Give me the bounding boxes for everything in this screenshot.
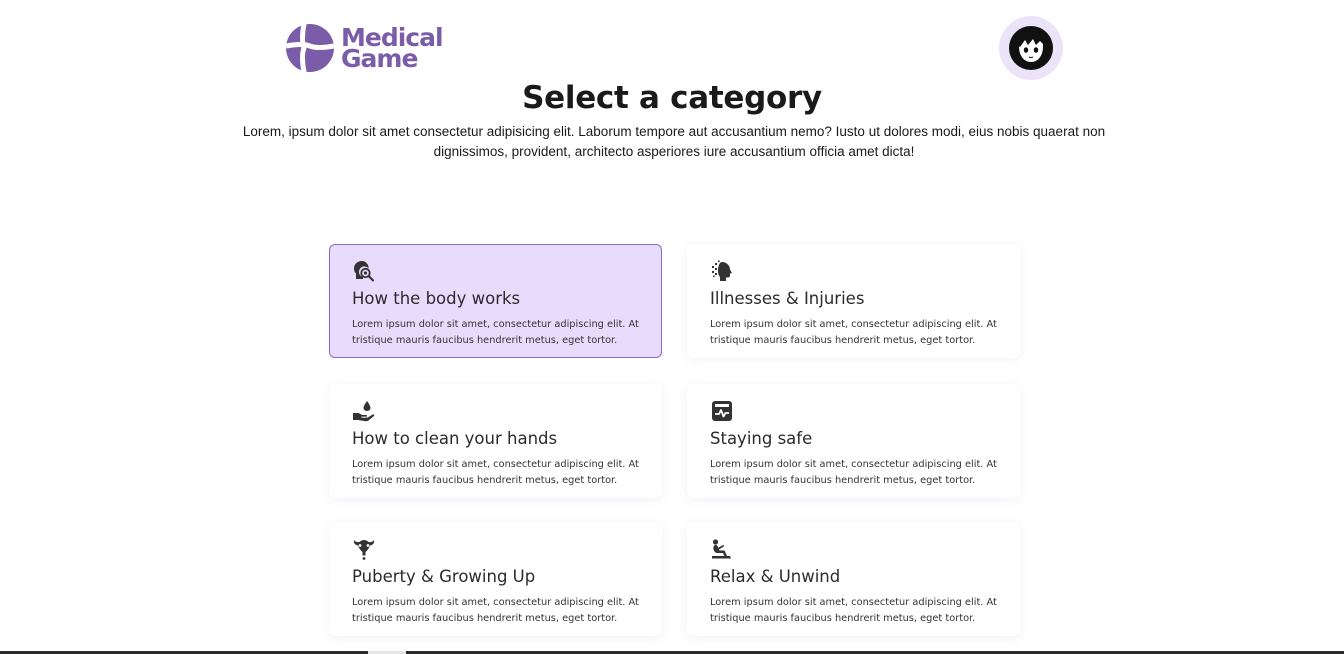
category-description: Lorem ipsum dolor sit amet, consectetur … bbox=[710, 597, 997, 624]
reclining-person-icon bbox=[712, 539, 731, 559]
user-avatar-icon bbox=[1009, 26, 1053, 70]
page-intro: Lorem, ipsum dolor sit amet consectetur … bbox=[242, 124, 1106, 159]
category-description: Lorem ipsum dolor sit amet, consectetur … bbox=[710, 459, 997, 486]
category-description: Lorem ipsum dolor sit amet, consectetur … bbox=[710, 319, 997, 346]
dissolving-head-icon bbox=[712, 260, 732, 281]
category-description: Lorem ipsum dolor sit amet, consectetur … bbox=[352, 597, 639, 624]
category-card-illnesses-injuries[interactable]: Illnesses & Injuries Lorem ipsum dolor s… bbox=[687, 244, 1020, 358]
head-search-icon bbox=[354, 261, 375, 282]
brand-wordmark: Medical Game bbox=[341, 25, 444, 73]
category-card-how-to-clean-your-hands[interactable]: How to clean your hands Lorem ipsum dolo… bbox=[329, 384, 662, 498]
category-card-staying-safe[interactable]: Staying safe Lorem ipsum dolor sit amet,… bbox=[687, 384, 1020, 498]
brand-logo[interactable]: Medical Game bbox=[285, 22, 444, 74]
category-title: How to clean your hands bbox=[352, 429, 558, 448]
category-description: Lorem ipsum dolor sit amet, consectetur … bbox=[352, 319, 639, 346]
category-title: Staying safe bbox=[710, 429, 813, 448]
category-title: Puberty & Growing Up bbox=[352, 567, 536, 586]
uterus-icon bbox=[353, 540, 375, 560]
category-title: Illnesses & Injuries bbox=[710, 289, 865, 308]
health-monitor-icon bbox=[712, 401, 732, 421]
page-title: Select a category bbox=[522, 80, 822, 116]
brand-line-2: Game bbox=[341, 44, 418, 73]
medical-cross-logo-icon bbox=[285, 23, 335, 73]
category-card-puberty-growing-up[interactable]: Puberty & Growing Up Lorem ipsum dolor s… bbox=[329, 522, 662, 636]
category-description: Lorem ipsum dolor sit amet, consectetur … bbox=[352, 459, 639, 486]
category-title: Relax & Unwind bbox=[710, 567, 841, 586]
category-card-how-the-body-works[interactable]: How the body works Lorem ipsum dolor sit… bbox=[329, 244, 662, 358]
user-avatar[interactable] bbox=[999, 16, 1063, 80]
hand-drop-icon bbox=[353, 401, 375, 422]
category-card-relax-unwind[interactable]: Relax & Unwind Lorem ipsum dolor sit ame… bbox=[687, 522, 1020, 636]
category-title: How the body works bbox=[352, 289, 521, 308]
